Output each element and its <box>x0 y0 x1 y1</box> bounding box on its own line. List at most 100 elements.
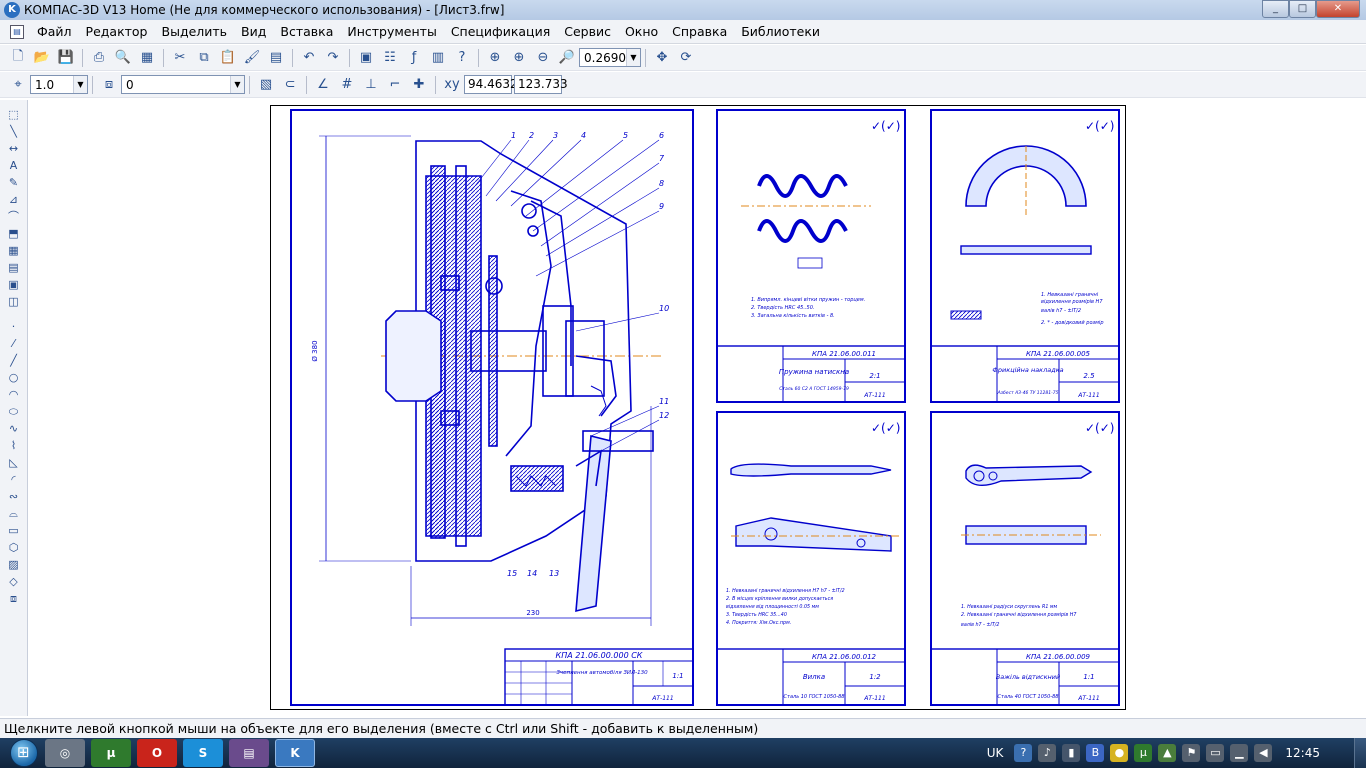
open-folder-icon[interactable]: 📂 <box>32 48 52 68</box>
collection-icon[interactable]: ⧈ <box>4 590 24 607</box>
help-icon[interactable]: ? <box>1014 744 1033 762</box>
hatch-icon[interactable]: ▨ <box>4 556 24 573</box>
taskbar-utorrent[interactable]: µ <box>91 739 131 767</box>
format-brush-icon[interactable]: 🖌 <box>242 48 262 68</box>
taskbar-opera[interactable]: O <box>137 739 177 767</box>
bezier-icon[interactable]: ∾ <box>4 488 24 505</box>
menu-file[interactable]: Файл <box>30 21 79 43</box>
menu-specification[interactable]: Спецификация <box>444 21 557 43</box>
flag-icon[interactable]: ⚑ <box>1182 744 1201 762</box>
properties-icon[interactable]: ▧ <box>256 75 276 95</box>
start-button[interactable] <box>6 738 42 768</box>
step-combo[interactable]: 1.0 ▼ <box>30 75 88 94</box>
volume-icon[interactable]: ♪ <box>1038 744 1057 762</box>
document-icon[interactable]: ▤ <box>10 24 24 39</box>
menu-view[interactable]: Вид <box>234 21 273 43</box>
associative-view-icon[interactable]: ▦ <box>4 242 24 259</box>
save-icon[interactable]: 💾 <box>56 48 76 68</box>
select-icon[interactable]: ⬚ <box>4 106 24 123</box>
cursor-step-icon[interactable]: ⌖ <box>8 75 28 95</box>
close-button[interactable]: ✕ <box>1316 0 1360 18</box>
polygon-icon[interactable]: ⬡ <box>4 539 24 556</box>
ortho-mode-icon[interactable]: ⌐ <box>385 75 405 95</box>
menu-service[interactable]: Сервис <box>557 21 618 43</box>
tree-icon[interactable]: ☷ <box>380 48 400 68</box>
chamfer-icon[interactable]: ◺ <box>4 454 24 471</box>
menu-editor[interactable]: Редактор <box>79 21 155 43</box>
show-desktop-button[interactable] <box>1354 738 1366 768</box>
redo-icon[interactable]: ↷ <box>323 48 343 68</box>
app-tray-icon[interactable]: ● <box>1110 744 1129 762</box>
signal-icon[interactable]: ▁ <box>1230 744 1249 762</box>
auxiliary-line-icon[interactable]: ⁄ <box>4 335 24 352</box>
layer-combo[interactable]: 0 ▼ <box>121 75 245 94</box>
zoom-in-icon[interactable]: ⊕ <box>509 48 529 68</box>
zoom-combo[interactable]: 0.2690 ▼ <box>579 48 641 67</box>
taskbar-skype[interactable]: S <box>183 739 223 767</box>
parametrization-icon[interactable]: ⊿ <box>4 191 24 208</box>
snap-toggle-icon[interactable]: ✚ <box>409 75 429 95</box>
copy-icon[interactable]: ⧉ <box>194 48 214 68</box>
coord-y-field[interactable]: 123.733 <box>514 75 568 94</box>
contour-icon[interactable]: ⌓ <box>4 505 24 522</box>
chevron-down-icon[interactable]: ▼ <box>230 76 244 93</box>
maximize-button[interactable]: □ <box>1289 0 1316 18</box>
chevron-down-icon[interactable]: ▼ <box>73 76 87 93</box>
circle-icon[interactable]: ○ <box>4 369 24 386</box>
menu-libraries[interactable]: Библиотеки <box>734 21 827 43</box>
menu-select[interactable]: Выделить <box>155 21 235 43</box>
menu-window[interactable]: Окно <box>618 21 665 43</box>
spline-icon[interactable]: ∿ <box>4 420 24 437</box>
utorrent-tray-icon[interactable]: µ <box>1134 744 1153 762</box>
menu-help[interactable]: Справка <box>665 21 734 43</box>
drawing-workspace[interactable]: КПА 21.06.00.000 СК Зчеплення автомобіля… <box>29 100 1366 716</box>
dimensions-icon[interactable]: ↔ <box>4 140 24 157</box>
arc-icon[interactable]: ◠ <box>4 386 24 403</box>
zoom-out-icon[interactable]: ⊖ <box>533 48 553 68</box>
snap-magnet-icon[interactable]: ⊂ <box>280 75 300 95</box>
insert-icon[interactable]: ◫ <box>4 293 24 310</box>
reports-icon[interactable]: ▣ <box>4 276 24 293</box>
menu-tools[interactable]: Инструменты <box>340 21 443 43</box>
drawing-sheet[interactable]: КПА 21.06.00.000 СК Зчеплення автомобіля… <box>270 105 1126 710</box>
display-icon[interactable]: ▭ <box>1206 744 1225 762</box>
notation-icon[interactable]: A <box>4 157 24 174</box>
taskbar-archiver[interactable]: ▤ <box>229 739 269 767</box>
rectangle-icon[interactable]: ▭ <box>4 522 24 539</box>
ellipse-icon[interactable]: ⬭ <box>4 403 24 420</box>
point-icon[interactable]: · <box>4 318 24 335</box>
taskbar-explorer[interactable]: ◎ <box>45 739 85 767</box>
minimize-button[interactable]: _ <box>1262 0 1289 18</box>
library-icon[interactable]: ▥ <box>428 48 448 68</box>
language-indicator[interactable]: UK <box>987 746 1004 760</box>
taskbar-kompas[interactable]: K <box>275 739 315 767</box>
measure-icon[interactable]: ⌒ <box>4 208 24 225</box>
segment-icon[interactable]: ╱ <box>4 352 24 369</box>
new-document-icon[interactable]: 🗋 <box>8 48 28 68</box>
zoom-scale-icon[interactable]: 🔎 <box>557 48 577 68</box>
edit-icon[interactable]: ✎ <box>4 174 24 191</box>
properties-icon[interactable]: ▦ <box>137 48 157 68</box>
zoom-window-icon[interactable]: ⊕ <box>485 48 505 68</box>
undo-icon[interactable]: ↶ <box>299 48 319 68</box>
clock[interactable]: 12:45 <box>1285 746 1320 760</box>
paste-icon[interactable]: 📋 <box>218 48 238 68</box>
grid-icon[interactable]: # <box>337 75 357 95</box>
equidistant-icon[interactable]: ◇ <box>4 573 24 590</box>
selection-tool-icon[interactable]: ⬒ <box>4 225 24 242</box>
kompas-app-icon[interactable]: K <box>4 2 20 18</box>
fillet-icon[interactable]: ◜ <box>4 471 24 488</box>
ortho-icon[interactable]: ∠ <box>313 75 333 95</box>
coord-x-field[interactable]: 94.4632 <box>464 75 518 94</box>
speaker-icon[interactable]: ◀ <box>1254 744 1273 762</box>
manager-icon[interactable]: ▤ <box>266 48 286 68</box>
menu-insert[interactable]: Вставка <box>273 21 340 43</box>
layers-icon[interactable]: ▣ <box>356 48 376 68</box>
print-icon[interactable]: ⎙ <box>89 48 109 68</box>
specification-icon[interactable]: ▤ <box>4 259 24 276</box>
print-preview-icon[interactable]: 🔍 <box>113 48 133 68</box>
cut-icon[interactable]: ✂ <box>170 48 190 68</box>
tray-app-icon[interactable]: ▲ <box>1158 744 1177 762</box>
chevron-down-icon[interactable]: ▼ <box>626 49 640 66</box>
variables-icon[interactable]: ƒ <box>404 48 424 68</box>
